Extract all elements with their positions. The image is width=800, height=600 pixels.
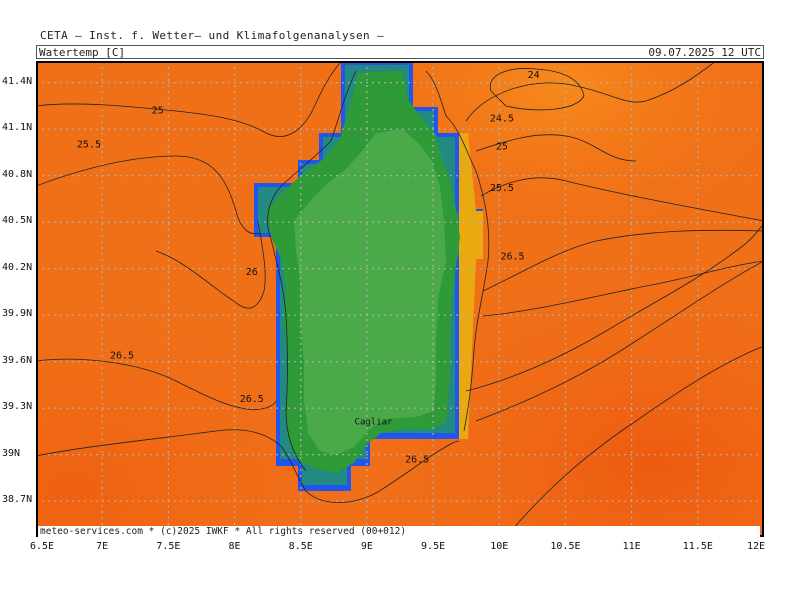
y-tick-label: 39N xyxy=(2,447,21,459)
contour-label: 25 xyxy=(152,106,164,117)
institute-header: CETA – Inst. f. Wetter– und Klimafolgena… xyxy=(40,29,385,42)
contour-label: 26 xyxy=(246,267,258,278)
x-tick-label: 12E xyxy=(746,541,766,552)
y-tick-label: 39.3N xyxy=(2,401,33,413)
x-tick-label: 9.5E xyxy=(421,541,446,552)
valid-time: 09.07.2025 12 UTC xyxy=(648,46,761,59)
y-tick-label: 40.5N xyxy=(2,215,33,227)
y-tick-label: 39.9N xyxy=(2,308,33,320)
x-tick-label: 10.5E xyxy=(550,541,581,552)
contour-label: 25.5 xyxy=(490,183,514,194)
credit-footer: meteo-services.com * (c)2025 IWKF * All … xyxy=(38,526,760,538)
x-tick-label: 11E xyxy=(622,541,641,552)
x-tick-label: 8E xyxy=(228,541,241,552)
x-tick-label: 8.5E xyxy=(288,541,313,552)
contour-label: 26.5 xyxy=(240,394,264,405)
place-label: Cagliar xyxy=(355,418,394,428)
place-labels: Cagliar xyxy=(355,418,394,428)
x-tick-label: 9E xyxy=(360,541,373,552)
y-tick-label: 41.4N xyxy=(2,75,33,87)
x-tick-label: 7E xyxy=(96,541,109,552)
variable-name: Watertemp_[C] xyxy=(39,46,126,59)
contour-label: 24 xyxy=(528,70,540,81)
contour-label: 25.5 xyxy=(77,140,101,151)
x-tick-label: 6.5E xyxy=(29,541,55,552)
contour-label: 24.5 xyxy=(490,113,514,124)
map-plot: 24 24.5 25 25 25.5 25.5 26 26.5 26.5 26.5 26.5 Cag… xyxy=(36,61,764,537)
contour-label: 26.5 xyxy=(500,251,524,262)
y-tick-label: 40.2N xyxy=(2,261,33,273)
y-tick-label: 39.6N xyxy=(2,354,33,366)
y-tick-label: 38.7N xyxy=(2,494,33,506)
x-tick-label: 7.5E xyxy=(156,541,181,552)
y-tick-label: 41.1N xyxy=(2,122,33,134)
x-tick-label: 10E xyxy=(490,541,509,552)
contour-label: 26.5 xyxy=(110,351,134,362)
title-bar: Watertemp_[C] 09.07.2025 12 UTC xyxy=(36,45,764,59)
contour-label: 26.5 xyxy=(405,454,429,465)
y-tick-label: 40.8N xyxy=(2,168,33,180)
contour-label: 25 xyxy=(496,141,508,152)
x-tick-label: 11.5E xyxy=(682,541,713,552)
